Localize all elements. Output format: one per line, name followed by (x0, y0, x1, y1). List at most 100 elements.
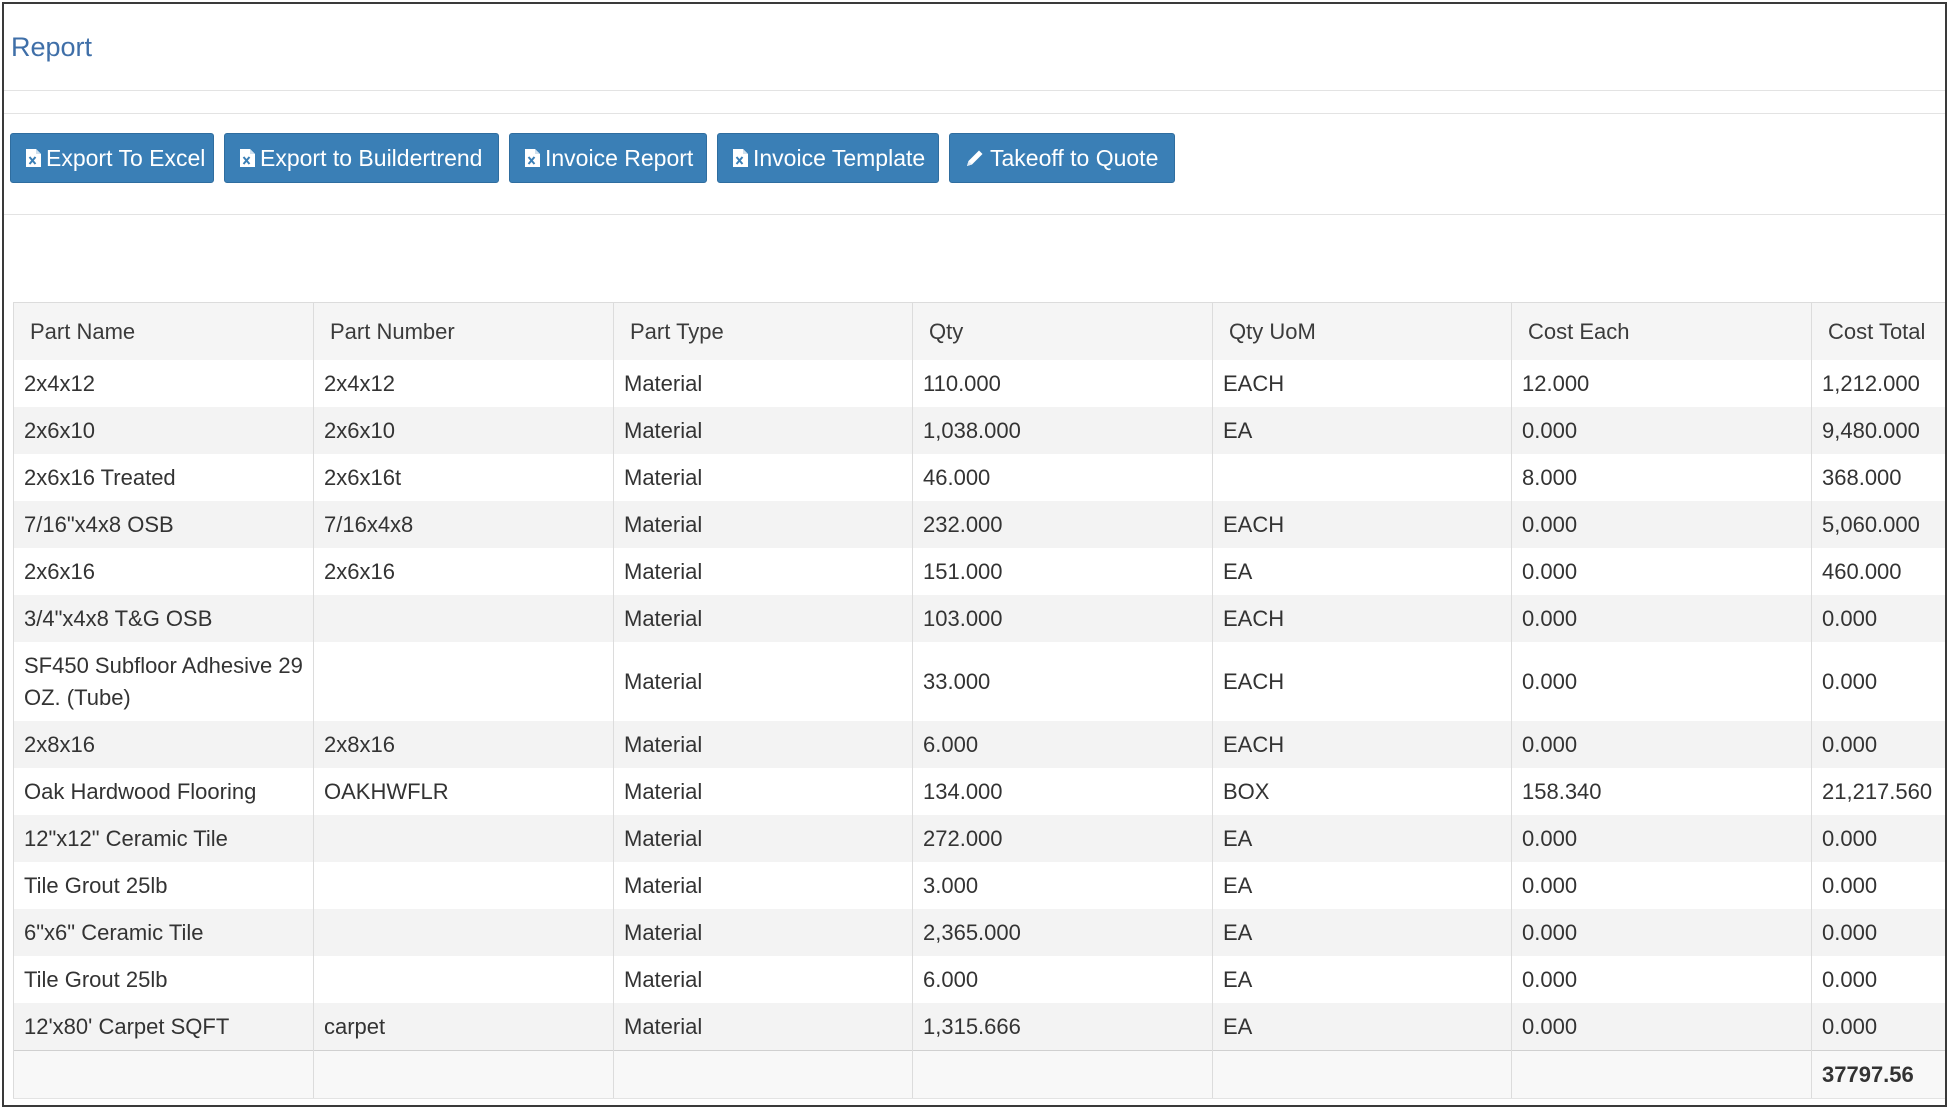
table-cell: 0.000 (1811, 862, 1945, 909)
table-cell: 2x6x16t (313, 454, 614, 501)
table-cell (313, 956, 614, 1003)
divider (4, 214, 1945, 215)
table-row: 2x6x16 Treated 2x6x16t Material 46.000 8.000… (13, 454, 1945, 501)
table-cell: 0.000 (1511, 862, 1812, 909)
table-cell: 2,365.000 (912, 909, 1213, 956)
table-row: SF450 Subfloor Adhesive 29 OZ. (Tube) Mat… (13, 642, 1945, 721)
table-cell: 0.000 (1811, 956, 1945, 1003)
excel-file-icon (732, 148, 749, 168)
table-cell: 0.000 (1511, 407, 1812, 454)
table-cell: EACH (1212, 360, 1512, 407)
table-cell: EACH (1212, 642, 1512, 721)
column-header[interactable]: Qty UoM (1212, 302, 1512, 360)
invoice-template-button[interactable]: Invoice Template (717, 133, 939, 183)
table-cell: 8.000 (1511, 454, 1812, 501)
table-cell: 12'x80' Carpet SQFT (13, 1003, 314, 1051)
table-cell: 7/16"x4x8 OSB (13, 501, 314, 548)
pencil-icon (964, 147, 986, 169)
table-cell: 33.000 (912, 642, 1213, 721)
table-cell: 103.000 (912, 595, 1213, 642)
table-cell: 0.000 (1511, 548, 1812, 595)
table-header-row: Part Name Part Number Part Type Qty Qty … (13, 302, 1945, 360)
export-to-buildertrend-label: Export to Buildertrend (260, 144, 483, 171)
table-cell (313, 642, 614, 721)
table-cell: 0.000 (1511, 642, 1812, 721)
table-cell: Tile Grout 25lb (13, 862, 314, 909)
table-cell: 0.000 (1511, 956, 1812, 1003)
column-header[interactable]: Cost Total (1811, 302, 1945, 360)
column-header[interactable]: Part Type (613, 302, 913, 360)
table-cell: EA (1212, 548, 1512, 595)
toolbar: Export To Excel Export to Buildertrend I… (10, 133, 1175, 183)
table-cell: EA (1212, 815, 1512, 862)
table-cell: Material (613, 454, 913, 501)
table-cell: 272.000 (912, 815, 1213, 862)
invoice-report-button[interactable]: Invoice Report (509, 133, 707, 183)
excel-file-icon (25, 148, 42, 168)
export-to-excel-button[interactable]: Export To Excel (10, 133, 214, 183)
column-header[interactable]: Qty (912, 302, 1213, 360)
table-cell: EA (1212, 956, 1512, 1003)
table-cell (313, 909, 614, 956)
divider (4, 113, 1945, 114)
footer-cell (1511, 1050, 1812, 1099)
table-cell: 460.000 (1811, 548, 1945, 595)
table-row: 7/16"x4x8 OSB 7/16x4x8 Material 232.000 EACH… (13, 501, 1945, 548)
table-cell: 3/4"x4x8 T&G OSB (13, 595, 314, 642)
table-cell: EACH (1212, 595, 1512, 642)
table-cell: 151.000 (912, 548, 1213, 595)
footer-cell (313, 1050, 614, 1099)
table-cell: Oak Hardwood Flooring (13, 768, 314, 815)
table-cell (313, 815, 614, 862)
excel-file-icon (239, 148, 256, 168)
table-cell: 2x6x16 (13, 548, 314, 595)
column-header[interactable]: Part Number (313, 302, 614, 360)
footer-cell (613, 1050, 913, 1099)
cost-total-sum: 37797.56 (1811, 1050, 1945, 1099)
table-cell: 2x6x10 (313, 407, 614, 454)
table-cell: 2x8x16 (13, 721, 314, 768)
column-header[interactable]: Part Name (13, 302, 314, 360)
table-cell: 7/16x4x8 (313, 501, 614, 548)
table-row: Oak Hardwood Flooring OAKHWFLR Material 134… (13, 768, 1945, 815)
table-cell: 1,038.000 (912, 407, 1213, 454)
table-cell: 2x8x16 (313, 721, 614, 768)
table-row: 6"x6" Ceramic Tile Material 2,365.000 EA 0.0… (13, 909, 1945, 956)
table-cell: 12.000 (1511, 360, 1812, 407)
table-cell: 5,060.000 (1811, 501, 1945, 548)
export-to-excel-label: Export To Excel (46, 144, 206, 171)
table-cell: Material (613, 862, 913, 909)
table-cell: 0.000 (1811, 1003, 1945, 1051)
invoice-report-label: Invoice Report (545, 144, 694, 171)
table-row: 2x4x12 2x4x12 Material 110.000 EACH 12.000 1,2… (13, 360, 1945, 407)
table-cell: BOX (1212, 768, 1512, 815)
table-cell: Material (613, 1003, 913, 1051)
table-cell: Material (613, 721, 913, 768)
table-cell: 1,315.666 (912, 1003, 1213, 1051)
table-cell: Material (613, 956, 913, 1003)
footer-cell (13, 1050, 314, 1099)
table-cell: EA (1212, 862, 1512, 909)
takeoff-to-quote-label: Takeoff to Quote (990, 144, 1159, 171)
table-cell: Material (613, 768, 913, 815)
table-cell: 0.000 (1511, 909, 1812, 956)
table-cell: Material (613, 501, 913, 548)
page-title: Report (11, 32, 93, 62)
table-cell: 110.000 (912, 360, 1213, 407)
table-cell: 21,217.560 (1811, 768, 1945, 815)
export-to-buildertrend-button[interactable]: Export to Buildertrend (224, 133, 499, 183)
footer-cell (1212, 1050, 1512, 1099)
table-cell: EACH (1212, 721, 1512, 768)
table-cell: 0.000 (1811, 595, 1945, 642)
column-header[interactable]: Cost Each (1511, 302, 1812, 360)
table-cell: 9,480.000 (1811, 407, 1945, 454)
takeoff-to-quote-button[interactable]: Takeoff to Quote (949, 133, 1175, 183)
table-cell: Material (613, 360, 913, 407)
table-cell: 368.000 (1811, 454, 1945, 501)
table-cell: 0.000 (1511, 1003, 1812, 1051)
table-cell: 0.000 (1811, 721, 1945, 768)
table-cell: 0.000 (1511, 721, 1812, 768)
table-row: 2x8x16 2x8x16 Material 6.000 EACH 0.000 0.000 (13, 721, 1945, 768)
table-cell: 12"x12" Ceramic Tile (13, 815, 314, 862)
table-cell: 3.000 (912, 862, 1213, 909)
